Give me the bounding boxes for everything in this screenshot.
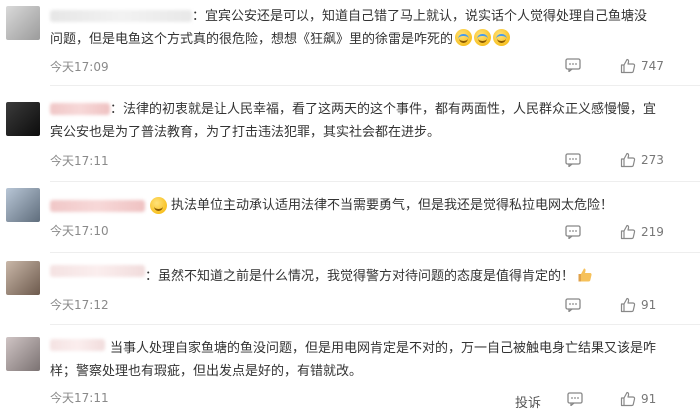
thumbs-up-icon	[620, 58, 636, 74]
reply-button[interactable]	[565, 153, 581, 167]
comment-body: ：执法单位主动承认适用法律不当需要勇气，但是我还是觉得私拉电网太危险！	[158, 198, 614, 213]
comment-time: 今天17:12	[50, 298, 109, 312]
laugh-cry-emoji	[493, 29, 511, 46]
avatar[interactable]	[6, 337, 40, 371]
heart-eyes-emoji	[150, 197, 167, 214]
reply-button[interactable]	[565, 225, 581, 239]
like-button[interactable]: 747	[620, 58, 664, 74]
thumbs-up-icon	[620, 224, 636, 240]
comment-time: 今天17:11	[50, 391, 109, 405]
thumbs-up-icon	[620, 152, 636, 168]
comment-text: 当事人处理自家鱼塘的鱼没问题，但是用电网肯定是不对的，万一自己被触电身亡结果又该…	[50, 337, 656, 383]
report-link[interactable]: 投诉	[515, 392, 541, 411]
reply-button[interactable]	[565, 298, 581, 312]
thumbs-up-icon	[620, 297, 636, 313]
comment-text: ：宜宾公安还是可以，知道自己错了马上就认，说实话个人觉得处理自己鱼塘没问题，但是…	[50, 5, 656, 51]
divider	[50, 324, 700, 325]
like-count: 273	[641, 153, 664, 167]
thumbs-up-icon	[620, 391, 636, 407]
divider	[50, 85, 700, 86]
laugh-cry-emoji	[474, 29, 492, 46]
comment-bubble-icon	[565, 298, 581, 312]
thumbs-up-emoji	[578, 268, 592, 282]
like-count: 91	[641, 392, 657, 406]
reply-button[interactable]	[567, 392, 583, 406]
comment-time: 今天17:11	[50, 154, 109, 168]
comment-body: ：宜宾公安还是可以，知道自己错了马上就认，说实话个人觉得处理自己鱼塘没问题，但是…	[50, 9, 648, 47]
divider	[50, 252, 700, 253]
comment-bubble-icon	[565, 58, 581, 72]
comment-bubble-icon	[567, 392, 583, 406]
like-button[interactable]: 219	[620, 224, 664, 240]
laugh-cry-emoji	[455, 29, 473, 46]
comment-bubble-icon	[565, 153, 581, 167]
comment-body: 当事人处理自家鱼塘的鱼没问题，但是用电网肯定是不对的，万一自己被触电身亡结果又该…	[50, 341, 657, 379]
avatar[interactable]	[6, 261, 40, 295]
comment-body: ：法律的初衷就是让人民幸福，看了这两天的这个事件，都有两面性，人民群众正义感慢慢…	[50, 102, 657, 140]
avatar[interactable]	[6, 102, 40, 136]
comment-time: 今天17:09	[50, 60, 109, 74]
avatar[interactable]	[6, 188, 40, 222]
comment-body: ：虽然不知道之前是什么情况，我觉得警方对待问题的态度是值得肯定的！	[145, 269, 575, 284]
comment-text: ：虽然不知道之前是什么情况，我觉得警方对待问题的态度是值得肯定的！	[50, 265, 656, 288]
comment-bubble-icon	[565, 225, 581, 239]
like-count: 747	[641, 59, 664, 73]
comment-text: ：执法单位主动承认适用法律不当需要勇气，但是我还是觉得私拉电网太危险！	[50, 194, 656, 217]
reply-button[interactable]	[565, 58, 581, 72]
like-count: 91	[641, 298, 657, 312]
like-button[interactable]: 91	[620, 297, 656, 313]
like-button[interactable]: 91	[620, 391, 656, 407]
comment-text: ：法律的初衷就是让人民幸福，看了这两天的这个事件，都有两面性，人民群众正义感慢慢…	[50, 98, 656, 144]
avatar[interactable]	[6, 6, 40, 40]
like-count: 219	[641, 225, 664, 239]
like-button[interactable]: 273	[620, 152, 664, 168]
comment-time: 今天17:10	[50, 224, 109, 238]
divider	[50, 181, 700, 182]
